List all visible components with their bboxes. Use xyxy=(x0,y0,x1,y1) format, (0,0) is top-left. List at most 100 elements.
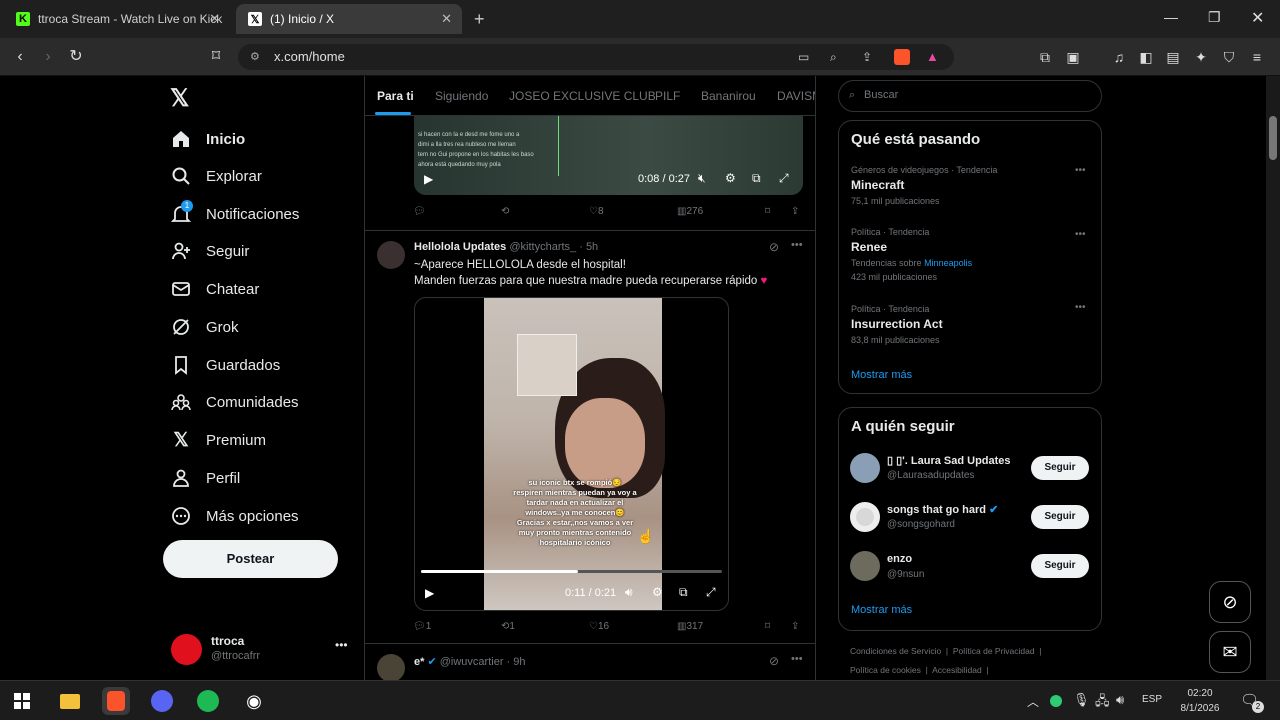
scrollbar-thumb[interactable] xyxy=(1269,116,1277,160)
close-window-button[interactable]: ✕ xyxy=(1251,8,1264,28)
more-icon[interactable]: ••• xyxy=(1075,165,1086,176)
nav-item-chatear[interactable]: Chatear xyxy=(170,274,259,304)
footer-link[interactable]: Condiciones de Servicio xyxy=(850,646,941,656)
back-button[interactable]: ‹ xyxy=(8,46,32,68)
microphone-icon[interactable]: 🎙︎ xyxy=(1073,692,1090,708)
grok-icon[interactable]: ⊘ xyxy=(769,654,779,668)
avatar[interactable] xyxy=(850,502,880,532)
spotify-icon[interactable] xyxy=(194,687,222,715)
x-logo-icon[interactable]: 𝕏 xyxy=(170,84,189,113)
tab-bananirou[interactable]: Bananirou xyxy=(701,89,756,103)
avatar[interactable] xyxy=(377,241,405,269)
pip-icon[interactable]: ⧉ xyxy=(752,171,761,186)
follow-name[interactable]: enzo xyxy=(887,553,912,565)
nav-item-mas-opciones[interactable]: Más opciones xyxy=(170,501,299,531)
follow-button[interactable]: Seguir xyxy=(1031,456,1089,480)
post-button[interactable]: Postear xyxy=(163,540,338,578)
more-icon[interactable]: ••• xyxy=(1075,229,1086,240)
bookmark-icon[interactable]: ⌑ xyxy=(765,206,770,217)
extensions-icon[interactable]: ⧉ xyxy=(1034,46,1056,68)
views-button[interactable]: ▥ 276 xyxy=(677,206,703,217)
author-handle[interactable]: @kittycharts_ xyxy=(509,241,576,253)
grok-float-button[interactable]: ⊘ xyxy=(1209,581,1251,623)
close-tab-icon[interactable]: ✕ xyxy=(441,11,452,27)
search-input[interactable]: ⌕ Buscar xyxy=(838,80,1102,112)
nav-item-seguir[interactable]: Seguir xyxy=(170,236,249,266)
avatar[interactable] xyxy=(850,551,880,581)
nav-item-explorar[interactable]: Explorar xyxy=(170,161,262,191)
nav-item-comunidades[interactable]: Comunidades xyxy=(170,387,299,417)
play-icon[interactable]: ▶ xyxy=(424,172,433,186)
footer-link[interactable]: Política de Privacidad xyxy=(953,646,1035,656)
obs-icon[interactable]: ◉ xyxy=(240,687,268,715)
nav-item-inicio[interactable]: Inicio xyxy=(170,124,245,154)
file-explorer-icon[interactable] xyxy=(56,687,84,715)
scrollbar[interactable] xyxy=(1266,76,1280,680)
pip-icon[interactable]: ⧉ xyxy=(679,585,688,600)
mute-icon[interactable]: 🔇︎ xyxy=(698,171,706,186)
tab-siguiendo[interactable]: Siguiendo xyxy=(435,89,488,103)
account-switcher[interactable]: ttroca @ttrocafrr ••• xyxy=(163,626,353,672)
maximize-button[interactable]: ❐ xyxy=(1208,9,1221,26)
minimize-button[interactable]: — xyxy=(1164,9,1178,25)
fullscreen-icon[interactable]: ⤢ xyxy=(779,171,789,186)
tray-app-icon[interactable] xyxy=(1050,695,1062,707)
more-icon[interactable]: ••• xyxy=(1075,302,1086,313)
brave-browser-icon[interactable] xyxy=(102,687,130,715)
more-icon[interactable]: ••• xyxy=(791,239,803,251)
cast-icon[interactable]: ▭ xyxy=(798,44,809,70)
volume-icon[interactable]: 🔊︎ xyxy=(1116,692,1124,708)
reply-icon[interactable]: 💬︎ xyxy=(413,206,426,217)
trend-item[interactable]: Géneros de videojuegos · Tendencia Minec… xyxy=(851,165,1091,206)
close-tab-icon[interactable]: ✕ xyxy=(209,11,220,27)
tab-para-ti[interactable]: Para ti xyxy=(377,89,414,103)
show-more-follow[interactable]: Mostrar más xyxy=(851,604,912,616)
avatar[interactable] xyxy=(377,654,405,680)
trend-item[interactable]: Política · Tendencia Insurrection Act 83… xyxy=(851,302,1091,345)
messages-float-button[interactable]: ✉ xyxy=(1209,631,1251,673)
play-icon[interactable]: ▶ xyxy=(425,586,434,600)
reader-icon[interactable]: ▣ xyxy=(1062,46,1084,68)
tab-davism[interactable]: DAVISM xyxy=(777,89,815,103)
author-handle[interactable]: @iwuvcartier xyxy=(440,656,504,668)
share-icon[interactable]: ⇪ xyxy=(862,44,872,70)
wallet-icon[interactable]: ▤ xyxy=(1162,46,1184,68)
top-video[interactable]: si hacen con la e desd me fome uno a dim… xyxy=(414,116,803,195)
network-icon[interactable]: 🖧 xyxy=(1095,692,1110,714)
zoom-icon[interactable]: ⌕ xyxy=(830,44,837,70)
clock[interactable]: 02:20 8/1/2026 xyxy=(1170,686,1230,716)
author-name[interactable]: Hellolola Updates xyxy=(414,241,506,253)
site-info-icon[interactable]: ⚙ xyxy=(250,44,260,70)
post-video[interactable]: su iconic btx se rompió😔 respiren mientr… xyxy=(414,297,729,611)
more-icon[interactable]: ••• xyxy=(791,653,803,665)
new-tab-button[interactable]: + xyxy=(474,9,485,30)
like-button[interactable]: ♡ 8 xyxy=(589,206,604,217)
follow-name[interactable]: songs that go hard xyxy=(887,504,986,516)
nav-item-perfil[interactable]: Perfil xyxy=(170,463,240,493)
post-time[interactable]: · 9h xyxy=(507,656,526,668)
reply-button[interactable]: 💬︎ 1 xyxy=(413,621,431,632)
grok-icon[interactable]: ⊘ xyxy=(769,240,779,254)
follow-button[interactable]: Seguir xyxy=(1031,554,1089,578)
sidebar-icon[interactable]: ◧ xyxy=(1135,46,1157,68)
like-button[interactable]: ♡ 16 xyxy=(589,621,609,632)
tray-chevron-icon[interactable]: ︿ xyxy=(1027,693,1039,710)
video-progress[interactable] xyxy=(421,570,722,573)
bookmark-page-button[interactable]: ⌑ xyxy=(204,46,228,68)
post-card[interactable]: e* ✔ @iwuvcartier · 9h ⊘ ••• xyxy=(365,644,815,680)
url-field[interactable]: ⚙ x.com/home ▭ ⌕ ⇪ ▲ xyxy=(238,44,954,70)
nav-item-guardados[interactable]: Guardados xyxy=(170,350,280,380)
language-indicator[interactable]: ESP xyxy=(1142,694,1162,705)
tab-pilf[interactable]: PILF xyxy=(655,89,680,103)
windows-start-icon[interactable] xyxy=(8,687,36,715)
footer-link[interactable]: Accesibilidad xyxy=(932,665,982,675)
trend-item[interactable]: Política · Tendencia Renee Tendencias so… xyxy=(851,227,1091,282)
nav-item-premium[interactable]: 𝕏 Premium xyxy=(170,425,266,455)
repost-button[interactable]: ⟲ 1 xyxy=(501,621,515,632)
forward-button[interactable]: › xyxy=(36,46,60,68)
volume-icon[interactable]: 🔊︎ xyxy=(625,585,633,600)
tab-kick[interactable]: K ttroca Stream - Watch Live on Kick ✕ xyxy=(4,4,230,34)
leo-ai-icon[interactable]: ✦ xyxy=(1190,46,1212,68)
media-icon[interactable]: ♫ xyxy=(1108,46,1130,68)
post-time[interactable]: · 5h xyxy=(579,241,598,253)
